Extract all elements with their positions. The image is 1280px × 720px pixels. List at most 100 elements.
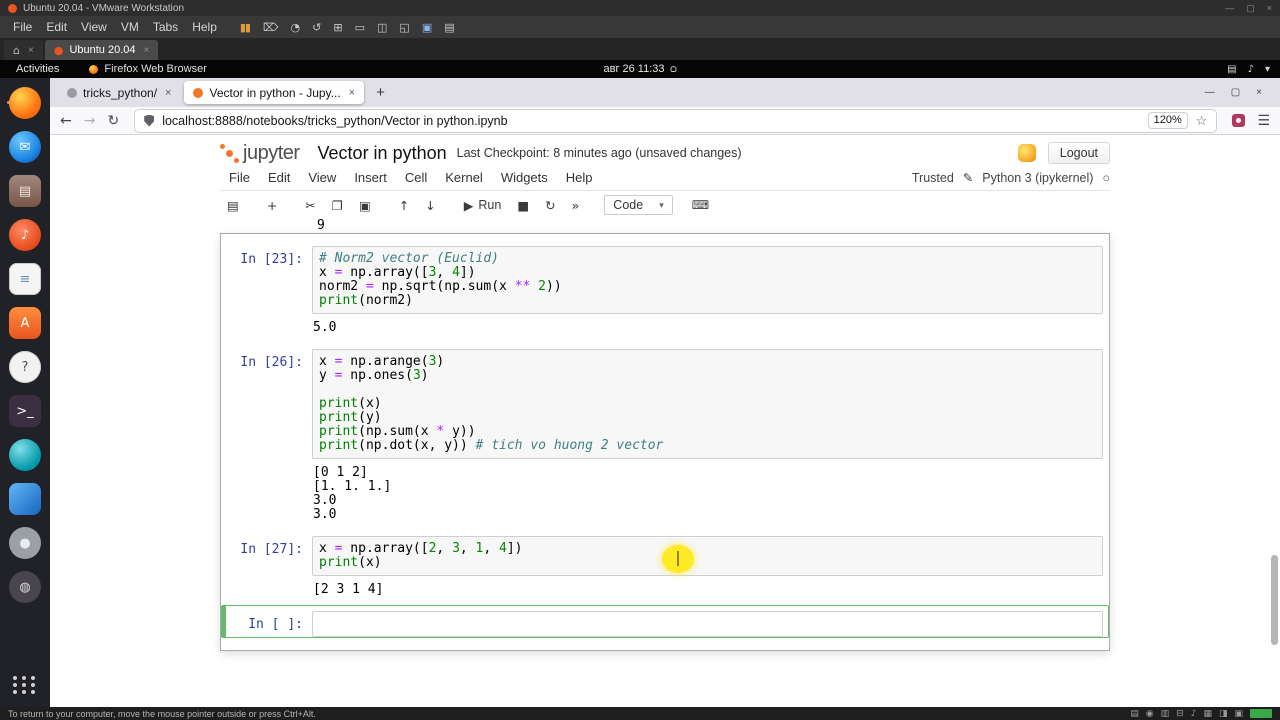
paste-cells-button[interactable]: ▣ bbox=[352, 196, 378, 215]
ubuntu-tab[interactable]: ● Ubuntu 20.04 × bbox=[44, 40, 159, 60]
vm-menu-file[interactable]: File bbox=[6, 18, 39, 36]
insert-cell-button[interactable]: + bbox=[260, 196, 284, 215]
new-tab-button[interactable]: + bbox=[368, 84, 393, 101]
vm-device-icon-5[interactable]: ▦ bbox=[1203, 709, 1212, 719]
clock-menu[interactable]: авг 26 11:33 bbox=[603, 63, 677, 75]
close-tab-icon[interactable]: × bbox=[349, 87, 355, 99]
dock-item-firefox[interactable] bbox=[6, 85, 44, 121]
vm-menu-vm[interactable]: VM bbox=[114, 18, 146, 36]
power-menu-icon[interactable]: ▾ bbox=[1265, 64, 1270, 75]
restart-run-all-button[interactable]: » bbox=[565, 196, 587, 215]
cut-cells-button[interactable]: ✂ bbox=[298, 196, 322, 215]
menu-help[interactable]: Help bbox=[557, 167, 602, 188]
send-ctrl-alt-del-icon[interactable]: ⌦ bbox=[263, 21, 279, 34]
focused-app-menu[interactable]: Firefox Web Browser bbox=[89, 63, 207, 75]
dock-item-help[interactable]: ? bbox=[6, 349, 44, 385]
bookmark-star-icon[interactable]: ☆ bbox=[1196, 113, 1208, 129]
menu-file[interactable]: File bbox=[220, 167, 259, 188]
fullscreen-icon[interactable]: ◱ bbox=[399, 21, 409, 34]
vm-device-icon-2[interactable]: ▥ bbox=[1161, 709, 1170, 719]
notebook-cell[interactable]: In [23]: # Norm2 vector (Euclid) x = np.ar… bbox=[221, 240, 1109, 339]
menu-edit[interactable]: Edit bbox=[259, 167, 299, 188]
dock-item-terminal[interactable]: >_ bbox=[6, 393, 44, 429]
vm-menu-tabs[interactable]: Tabs bbox=[146, 18, 185, 36]
cell-input-row[interactable]: In [23]: # Norm2 vector (Euclid) x = np.ar… bbox=[221, 240, 1109, 315]
dock-item-vscode[interactable] bbox=[6, 481, 44, 517]
notebook-cell[interactable]: In [ ]: bbox=[221, 605, 1109, 638]
vm-menu-edit[interactable]: Edit bbox=[39, 18, 74, 36]
jupyter-logo[interactable]: jupyter bbox=[220, 142, 300, 165]
screen-icon[interactable]: ▤ bbox=[1227, 64, 1236, 75]
pencil-icon[interactable]: ✎ bbox=[963, 170, 973, 185]
extension-icon[interactable] bbox=[1232, 114, 1246, 127]
cell-input-row[interactable]: In [ ]: bbox=[221, 605, 1109, 638]
menu-view[interactable]: View bbox=[299, 167, 345, 188]
menu-widgets[interactable]: Widgets bbox=[492, 167, 557, 188]
pause-icon[interactable]: ▮▮ bbox=[240, 21, 251, 34]
cell-editor[interactable]: # Norm2 vector (Euclid) x = np.array([3, … bbox=[312, 246, 1103, 314]
vm-device-icon-4[interactable]: ♪ bbox=[1191, 709, 1197, 719]
move-down-button[interactable]: ↓ bbox=[418, 196, 442, 215]
dock-item-thunderbird[interactable]: ✉ bbox=[6, 129, 44, 165]
dock-item-rhythmbox[interactable]: ♪ bbox=[6, 217, 44, 253]
snapshot-manager-icon[interactable]: ⊞ bbox=[333, 21, 342, 34]
maximize-icon[interactable]: ▢ bbox=[1246, 3, 1255, 14]
cell-input-row[interactable]: In [26]: x = np.arange(3) y = np.ones(3) p… bbox=[221, 343, 1109, 460]
notebook-cell[interactable]: In [26]: x = np.arange(3) y = np.ones(3) p… bbox=[221, 343, 1109, 526]
scrollbar-thumb[interactable] bbox=[1271, 555, 1278, 645]
url-bar[interactable]: localhost:8888/notebooks/tricks_python/V… bbox=[135, 109, 1217, 132]
dock-item-software-updater[interactable] bbox=[6, 437, 44, 473]
reload-button[interactable]: ↻ bbox=[107, 113, 119, 129]
volume-icon[interactable]: ♪ bbox=[1248, 64, 1254, 75]
save-button[interactable]: ▤ bbox=[220, 196, 246, 215]
dock-item-screenshot-tool[interactable]: ● bbox=[6, 525, 44, 561]
vm-device-icon-6[interactable]: ◨ bbox=[1219, 709, 1228, 719]
close-tab-icon[interactable]: × bbox=[165, 87, 171, 99]
vm-device-icon-0[interactable]: ▤ bbox=[1130, 709, 1139, 719]
vm-device-icon-7[interactable]: ▣ bbox=[1234, 709, 1243, 719]
copy-cells-button[interactable]: ❐ bbox=[325, 196, 350, 215]
tab-vector-notebook[interactable]: Vector in python - Jupy... × bbox=[184, 81, 365, 104]
cell-type-dropdown[interactable]: Code ▾ bbox=[604, 195, 673, 215]
vm-device-icon-3[interactable]: ⊟ bbox=[1176, 709, 1184, 719]
menu-cell[interactable]: Cell bbox=[396, 167, 436, 188]
menu-kernel[interactable]: Kernel bbox=[436, 167, 492, 188]
unity-mode-icon[interactable]: ▣ bbox=[422, 21, 432, 34]
run-button[interactable]: ▶ Run bbox=[457, 196, 509, 215]
cell-editor[interactable]: x = np.array([2, 3, 1, 4]) print(x) bbox=[312, 536, 1103, 576]
dock-item-settings[interactable]: ◍ bbox=[6, 569, 44, 605]
minimize-icon[interactable]: — bbox=[1205, 87, 1215, 98]
stop-button[interactable]: ■ bbox=[510, 196, 536, 215]
library-icon[interactable]: ▤ bbox=[444, 21, 454, 34]
vm-menu-view[interactable]: View bbox=[74, 18, 114, 36]
app-grid-button[interactable] bbox=[6, 667, 44, 703]
close-tab-icon[interactable]: × bbox=[144, 45, 150, 56]
dock-item-files[interactable]: ▤ bbox=[6, 173, 44, 209]
zoom-indicator[interactable]: 120% bbox=[1147, 112, 1188, 129]
back-button[interactable]: ← bbox=[60, 113, 72, 129]
menu-insert[interactable]: Insert bbox=[345, 167, 396, 188]
system-tray[interactable]: ▤ ♪ ▾ bbox=[1227, 64, 1270, 75]
snapshot-icon[interactable]: ◔ bbox=[291, 21, 301, 34]
move-up-button[interactable]: ↑ bbox=[392, 196, 416, 215]
home-tab[interactable]: ⌂ × bbox=[4, 40, 43, 60]
dock-item-libreoffice-writer[interactable]: ≡ bbox=[6, 261, 44, 297]
vm-menu-help[interactable]: Help bbox=[185, 18, 224, 36]
notebook-title[interactable]: Vector in python bbox=[318, 143, 447, 164]
revert-snapshot-icon[interactable]: ↺ bbox=[312, 21, 321, 34]
logout-button[interactable]: Logout bbox=[1047, 142, 1110, 164]
command-palette-button[interactable]: ⌨ bbox=[685, 196, 716, 214]
dock-item-ubuntu-software[interactable]: A bbox=[6, 305, 44, 341]
close-tab-icon[interactable]: × bbox=[28, 45, 34, 56]
close-icon[interactable]: × bbox=[1256, 87, 1262, 98]
minimize-icon[interactable]: — bbox=[1225, 3, 1234, 14]
forward-button[interactable]: → bbox=[84, 113, 96, 129]
console-view-icon[interactable]: ◫ bbox=[377, 21, 387, 34]
close-icon[interactable]: × bbox=[1267, 3, 1272, 14]
menu-button[interactable]: ☰ bbox=[1257, 113, 1270, 129]
maximize-icon[interactable]: ▢ bbox=[1231, 87, 1240, 98]
restart-kernel-button[interactable]: ↻ bbox=[538, 196, 562, 215]
vm-device-icon-1[interactable]: ◉ bbox=[1146, 709, 1154, 719]
show-console-icon[interactable]: ▭ bbox=[355, 21, 365, 34]
tab-tricks-python[interactable]: tricks_python/ × bbox=[58, 81, 180, 104]
